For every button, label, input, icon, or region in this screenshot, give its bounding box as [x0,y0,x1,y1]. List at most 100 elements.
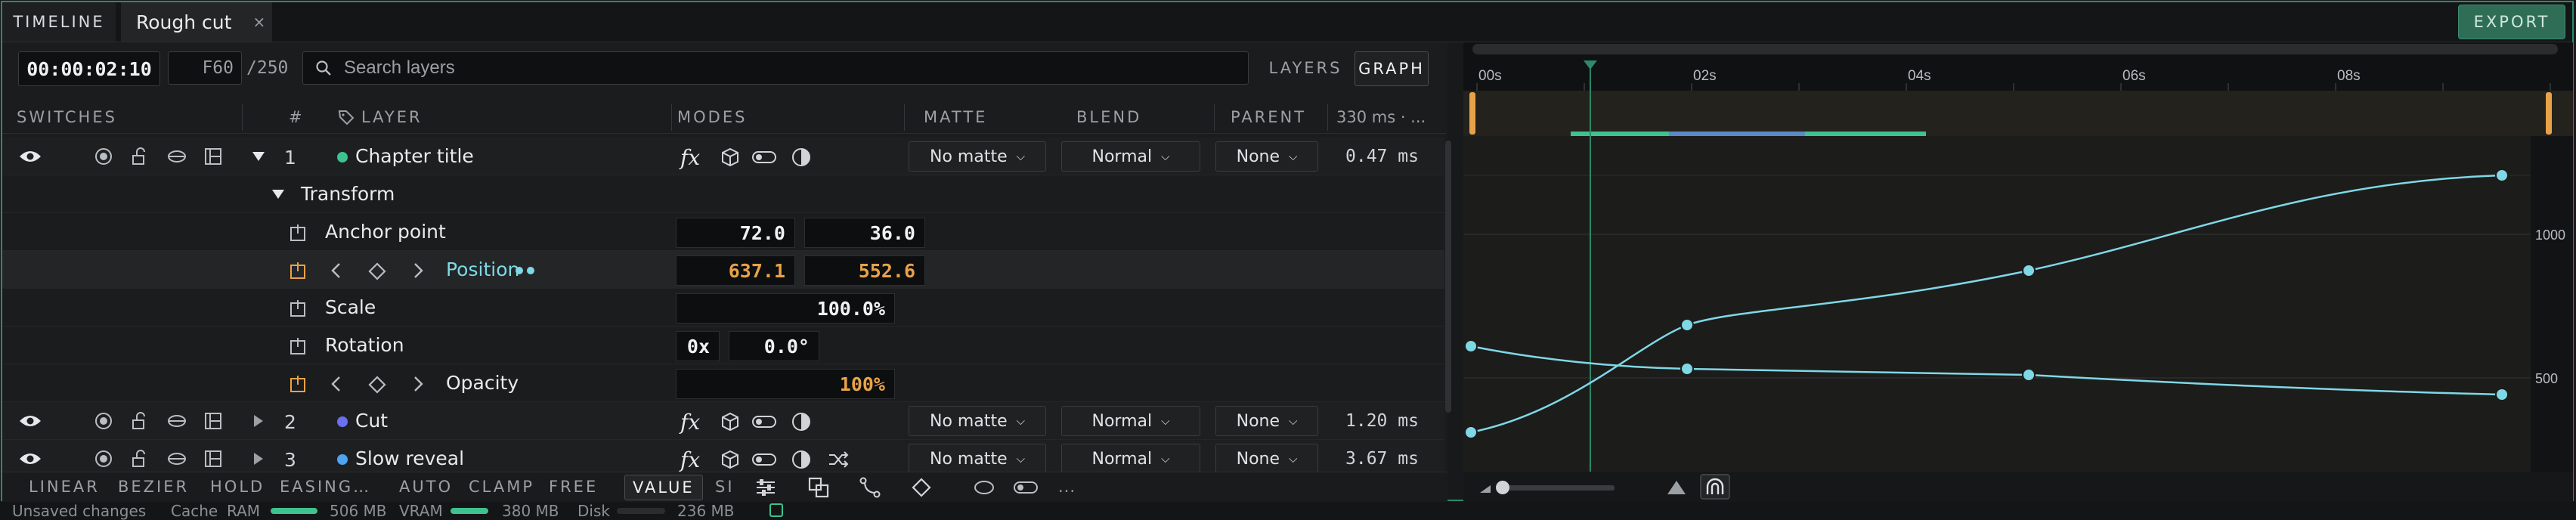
position-x-field[interactable]: 637.1 [676,255,795,286]
search-input[interactable] [342,57,1177,79]
stopwatch-icon[interactable] [289,262,307,280]
more-button[interactable]: ... [1058,475,1076,499]
curve-keyframe[interactable] [2022,264,2036,277]
precomp-icon[interactable] [203,411,224,431]
collapse-triangle-icon[interactable] [249,148,268,165]
si-button[interactable]: SI [715,475,735,499]
matte-select[interactable]: No matte ⌵ [909,141,1046,172]
layer-name[interactable]: Chapter title [355,145,474,167]
layer-bar-segment[interactable] [1669,132,1805,136]
curve-keyframe[interactable] [1680,318,1694,332]
linear-button[interactable]: LINEAR [29,475,100,499]
property-row-rotation[interactable] [2,327,1444,364]
stopwatch-icon[interactable] [289,299,307,317]
bezier-button[interactable]: BEZIER [118,475,189,499]
zoom-slider-handle[interactable] [1496,481,1509,494]
time-scrollbar[interactable] [1472,44,2558,54]
fx-icon[interactable]: fx [680,145,700,170]
next-keyframe-icon[interactable] [411,262,426,280]
collapse-triangle-icon[interactable] [269,186,287,203]
value-button[interactable]: VALUE [624,475,703,500]
motion-blur-icon[interactable] [166,449,187,469]
rotation-degrees-field[interactable]: 0.0° [729,331,819,361]
lock-icon[interactable] [130,147,150,166]
cache-status-icon[interactable] [769,503,783,517]
eye-icon[interactable] [18,411,42,431]
adjustment-toggle-icon[interactable] [751,449,777,470]
adjustment-toggle-icon[interactable] [751,147,777,168]
adjustment-toggle-icon[interactable] [751,411,777,432]
tab-rough-cut[interactable]: Rough cut × [121,2,272,42]
matte-select[interactable]: No matte ⌵ [909,444,1046,474]
transform-group-row[interactable] [2,175,1444,213]
keyframe-diamond-icon[interactable] [367,262,387,281]
3d-cube-icon[interactable] [720,147,741,168]
position-y-field[interactable]: 552.6 [804,255,925,286]
snap-button[interactable] [1700,474,1730,500]
keyframe-diamond-icon[interactable] [910,476,933,499]
motion-blur-icon[interactable] [166,411,187,431]
clamp-button[interactable]: CLAMP [469,475,534,499]
layer-name[interactable]: Cut [355,410,388,432]
curve-keyframe[interactable] [2495,388,2509,401]
curve-keyframe[interactable] [1464,426,1478,439]
solo-icon[interactable] [94,147,113,166]
timecode-field[interactable]: 00:00:02:10 [18,51,160,86]
export-button[interactable]: EXPORT [2458,5,2565,39]
3d-cube-icon[interactable] [720,411,741,432]
fx-icon[interactable]: fx [680,410,700,435]
next-keyframe-icon[interactable] [411,375,426,393]
3d-cube-icon[interactable] [720,449,741,470]
lock-icon[interactable] [130,411,150,431]
prev-keyframe-icon[interactable] [328,262,343,280]
blend-select[interactable]: Normal ⌵ [1061,444,1200,474]
matte-select[interactable]: No matte ⌵ [909,406,1046,436]
anchor-x-field[interactable]: 72.0 [676,218,795,248]
anchor-y-field[interactable]: 36.0 [804,218,925,248]
precomp-icon[interactable] [203,449,224,469]
fx-icon[interactable]: fx [680,447,700,472]
half-circle-icon[interactable] [791,411,812,432]
stopwatch-icon[interactable] [289,375,307,393]
work-area-start-handle[interactable] [1469,92,1475,135]
rotation-turns-field[interactable]: 0x [676,331,720,361]
scale-field[interactable]: 100.0% [676,293,895,323]
layer-name[interactable]: Slow reveal [355,447,464,469]
graph-view-button[interactable]: GRAPH [1355,51,1429,86]
loop-icon[interactable] [972,476,996,499]
curve-keyframe[interactable] [1464,339,1478,353]
parent-select[interactable]: None ⌵ [1215,141,1318,172]
frame-field[interactable]: F60 [168,51,242,85]
free-button[interactable]: FREE [549,475,598,499]
expand-triangle-icon[interactable] [251,450,266,467]
stopwatch-icon[interactable] [289,224,307,242]
easing-button[interactable]: EASING… [280,475,371,499]
work-area-end-handle[interactable] [2546,92,2552,135]
layers-view-button[interactable]: LAYERS [1264,51,1347,85]
solo-icon[interactable] [94,449,113,469]
precomp-icon[interactable] [203,147,224,166]
layers-scrollbar[interactable] [1445,141,1451,413]
curve-keyframe[interactable] [2495,169,2509,182]
prev-keyframe-icon[interactable] [328,375,343,393]
keyframe-diamond-icon[interactable] [367,375,387,395]
half-circle-icon[interactable] [791,449,812,470]
solo-icon[interactable] [94,411,113,431]
shuffle-icon[interactable] [827,449,850,470]
blend-select[interactable]: Normal ⌵ [1061,406,1200,436]
close-icon[interactable]: × [252,13,265,31]
parent-select[interactable]: None ⌵ [1215,406,1318,436]
eye-icon[interactable] [18,449,42,469]
blend-select[interactable]: Normal ⌵ [1061,141,1200,172]
eye-icon[interactable] [18,147,42,166]
parent-select[interactable]: None ⌵ [1215,444,1318,474]
auto-button[interactable]: AUTO [399,475,453,499]
curve-keyframe[interactable] [2022,368,2036,382]
lock-icon[interactable] [130,449,150,469]
path-icon[interactable] [859,476,881,499]
search-box[interactable] [302,51,1249,85]
overlap-squares-icon[interactable] [807,476,830,499]
expand-triangle-icon[interactable] [251,413,266,429]
tab-timeline[interactable]: TIMELINE [2,2,116,42]
graph-canvas[interactable]: 00s 02s 04s 06s 08s 1000 500 [1463,42,2573,472]
